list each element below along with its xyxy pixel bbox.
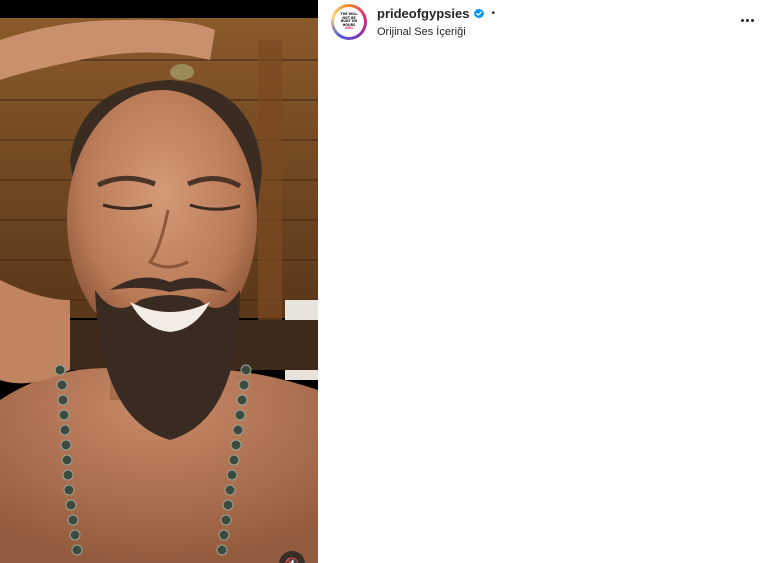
avatar[interactable]: THE WILL NOT BE BUILT ON HOURS AGO — [331, 4, 367, 40]
dot — [740, 18, 744, 22]
post-side-panel: THE WILL NOT BE BUILT ON HOURS AGO pride… — [318, 0, 762, 563]
instagram-post-view: 🔇 THE WILL NOT BE BUILT ON HOURS AGO pri… — [0, 0, 762, 563]
verified-badge-icon — [474, 8, 485, 18]
avatar-image: THE WILL NOT BE BUILT ON HOURS AGO — [334, 7, 364, 37]
user-row: prideofgypsies • — [377, 6, 495, 21]
dot — [750, 18, 754, 22]
username-link[interactable]: prideofgypsies — [377, 6, 469, 21]
post-video[interactable]: 🔇 — [0, 0, 318, 563]
post-header: THE WILL NOT BE BUILT ON HOURS AGO pride… — [318, 0, 762, 70]
avatar-logo: THE WILL NOT BE BUILT ON HOURS AGO — [340, 12, 358, 31]
video-frame — [0, 0, 318, 563]
dot — [745, 18, 749, 22]
more-options-icon[interactable] — [738, 13, 756, 27]
audio-link[interactable]: Orijinal Ses İçeriği — [377, 26, 466, 38]
separator-dot: • — [491, 8, 495, 19]
